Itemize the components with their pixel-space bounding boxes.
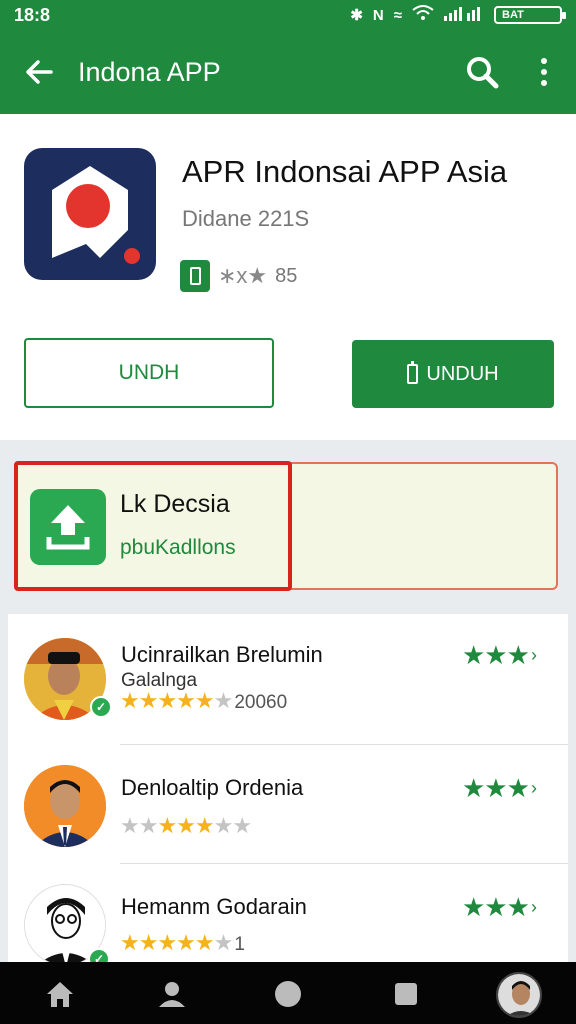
app-rating: ∗x★ [218,263,268,288]
nav-home-button[interactable] [38,972,82,1016]
battery-icon: BAT [494,6,566,24]
review-item[interactable]: ✓ Hemanm Godarain ★★★★★★ 1 ★★★ › [8,864,568,970]
promo-subtitle: pbuKadllons [120,536,236,559]
status-time: 18:8 [14,4,51,25]
device-badge-icon [180,260,210,292]
promo-title: Lk Decsia [120,490,230,518]
arrow-back-icon [26,60,53,84]
review-rating-stars: ★★★ › [462,773,537,803]
secondary-button[interactable]: UNDH [24,338,274,408]
review-item[interactable]: Denloaltip Ordenia ★★★★★★★ ★★★ › [8,745,568,863]
search-icon [467,57,499,89]
bluetooth-icon: ✱ [350,7,363,24]
chevron-right-icon: › [530,645,537,665]
review-stars: ★★★★★★ 20060 [120,688,288,713]
reviews-list: ✓ Ucinrailkan Brelumin Galalnga ★★★★★★ 20… [8,614,568,970]
battery-download-icon [407,361,419,384]
review-rating-stars: ★★★ › [462,892,537,922]
nfc-icon: N [372,6,384,24]
install-button[interactable]: UNDUH [352,340,554,408]
reviewer-name: Ucinrailkan Brelumin [121,642,323,667]
reviewer-name: Denloaltip Ordenia [121,775,304,800]
app-bar-title: Indona APP [78,56,221,87]
square-icon [395,983,417,1005]
search-button[interactable] [460,50,504,94]
status-bar: 18:8 ✱ N ≈ BAT [0,0,576,30]
chevron-right-icon: › [530,778,537,798]
nav-circle-button[interactable] [266,972,310,1016]
wifi-icon [412,5,434,25]
chevron-right-icon: › [530,897,537,917]
review-count: 1 [234,934,245,955]
nav-user-avatar[interactable] [496,972,542,1018]
app-icon [24,148,156,280]
app-meta-row: ∗x★ 85 [180,260,297,292]
verified-icon: ✓ [90,696,112,718]
app-rating-count: 85 [275,264,298,287]
review-stars: ★★★★★★★ [120,813,252,838]
review-item[interactable]: ✓ Ucinrailkan Brelumin Galalnga ★★★★★★ 20… [8,614,568,744]
circle-icon [275,981,301,1007]
status-icons: ✱ N ≈ BAT [350,5,566,25]
review-rating-stars: ★★★ › [462,640,537,670]
bottom-nav-bar [0,962,576,1024]
review-stars: ★★★★★★ 1 [120,930,245,955]
person-icon [159,982,185,1007]
app-name: APR Indonsai APP Asia [182,154,508,189]
vibrate-icon: ≈ [393,6,402,24]
signal-icon [444,5,484,25]
avatar [24,765,106,847]
download-icon [30,489,106,565]
app-info-card: APR Indonsai APP Asia Didane 221S ∗x★ 85… [0,114,576,440]
nav-profile-button[interactable] [150,972,194,1016]
app-bar: Indona APP [0,30,576,114]
review-count: 20060 [234,692,288,713]
back-button[interactable] [0,30,78,114]
nav-square-button[interactable] [384,972,428,1016]
home-icon [47,982,73,1007]
install-button-label: UNDUH [426,362,499,385]
reviewer-name: Hemanm Godarain [121,894,307,919]
more-vert-icon[interactable] [526,50,562,94]
app-developer: Didane 221S [182,206,310,231]
